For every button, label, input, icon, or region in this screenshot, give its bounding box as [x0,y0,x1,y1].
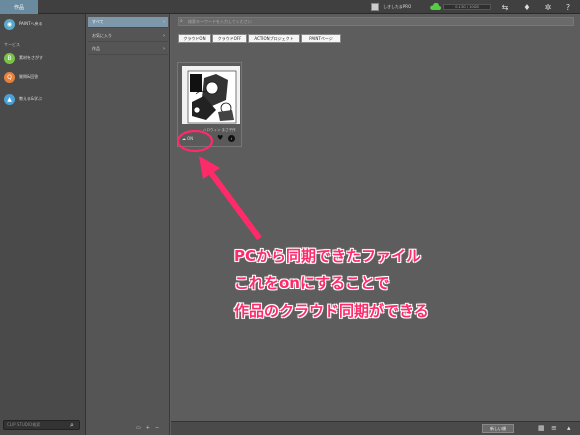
storage-meter: 0.13G / 10GB [443,4,491,10]
work-title: ハロウィン まさ子作 [203,128,236,132]
materials-icon: B [4,52,15,64]
user-name: しきしたまPRO [383,4,412,9]
qa-icon: Q [4,71,15,83]
gear-icon[interactable]: ✲ [543,2,553,12]
scroll-handle-icon[interactable]: ▴ [567,424,575,432]
sidebar-section-label: サービス [4,42,20,47]
category-label: お気に入り [92,33,112,38]
category-all[interactable]: すべて › [88,17,168,28]
chevron-right-icon: › [163,33,165,39]
annotation-text-line-3: 作品のクラウド同期ができる [234,302,429,320]
help-icon[interactable]: ? [563,2,573,12]
filter-paint-page-button[interactable]: PAINTページ [301,34,341,43]
avatar[interactable] [371,3,379,11]
sidebar-item-label: PAINTへ戻る [19,21,43,26]
work-thumbnail[interactable] [182,66,240,124]
category-favorites[interactable]: お気に入り › [88,31,168,42]
category-label: 作品 [92,46,100,51]
bell-icon[interactable]: ♦ [522,2,532,12]
cloud-state-label: ON [187,135,194,141]
list-view-icon[interactable]: ≡ [551,424,559,432]
sidebar-item-label: 素材をさがす [19,55,43,60]
chevron-right-icon: › [163,19,165,25]
search-icon: ⌕ [180,18,183,24]
category-works[interactable]: 作品 › [88,44,168,55]
filter-cloud-on-button[interactable]: クラウドON [178,34,211,43]
search-icon[interactable]: ⌕ [70,421,78,429]
sort-newest-button[interactable]: 新しい順 [482,424,514,433]
filter-action-project-button[interactable]: ACTIONプロジェクト [248,34,300,43]
annotation-text-line-2: これをonにすることで [234,274,390,292]
learn-icon: ▲ [4,93,15,105]
sidebar-item-paint[interactable]: ◉ PAINTへ戻る [0,16,86,32]
tab-works[interactable]: 作品 [0,0,38,14]
arrow-right-icon[interactable]: › [228,135,235,142]
grid-view-icon[interactable]: ▦ [538,424,546,432]
cloud-icon [430,3,441,10]
search-input[interactable]: 検索キーワードを入力してください [178,17,574,26]
sidebar-item-materials[interactable]: B 素材をさがす [0,50,86,66]
sidebar-item-qa[interactable]: Q 質問&回答 [0,69,86,85]
sidebar-item-label: 質問&回答 [19,74,39,79]
paint-icon: ◉ [4,18,15,30]
annotation-text-line-1: PCから同期できたファイル [234,247,422,265]
cloud-icon: ☁ [182,135,186,141]
cloud-sync-toggle[interactable]: ☁ ON [182,134,206,142]
sidebar-item-label: 教える&学ぶ [19,96,42,101]
top-bar [0,0,580,14]
minus-icon[interactable]: − [155,425,159,431]
category-column [86,14,170,435]
sidebar-item-learn[interactable]: ▲ 教える&学ぶ [0,91,86,107]
sync-icon[interactable]: ⇆ [500,2,510,12]
category-label: すべて [92,19,104,24]
heart-icon[interactable]: ♥ [217,134,223,142]
filter-cloud-off-button[interactable]: クラウドOFF [212,34,247,43]
chevron-right-icon: › [163,46,165,52]
bottom-bar [171,421,580,435]
sidebar-search-input[interactable]: CLIP STUDIO検索 [3,420,80,430]
folder-icon[interactable]: ▭ [136,425,141,431]
plus-icon[interactable]: + [146,425,150,431]
category-toolbar: ▭ + − [136,425,159,431]
storage-text: 0.13G / 10GB [455,5,479,9]
